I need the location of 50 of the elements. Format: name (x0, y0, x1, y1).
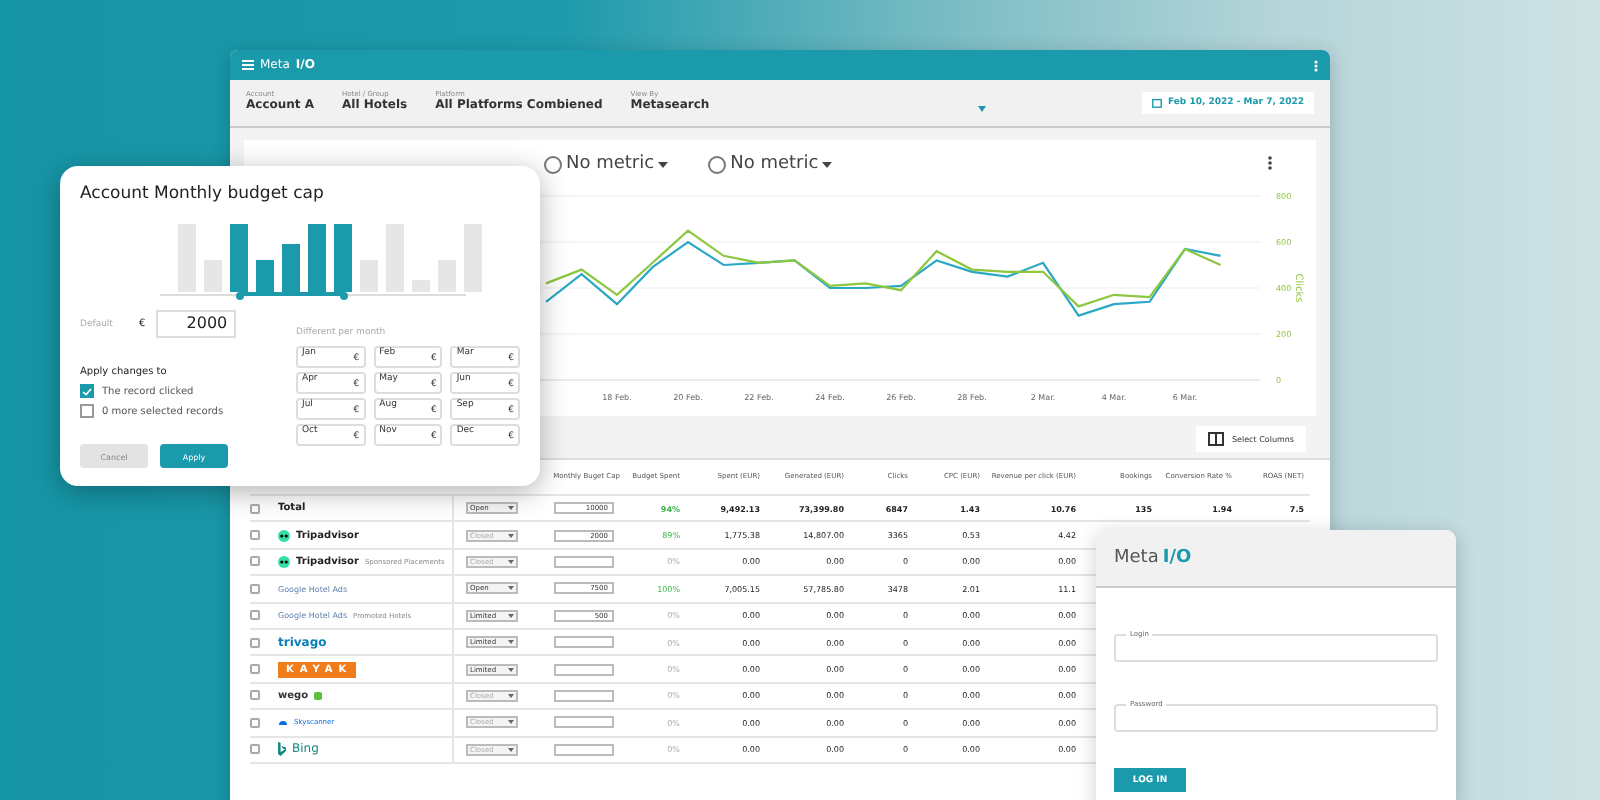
row-checkbox[interactable] (250, 637, 260, 648)
row-checkbox[interactable] (250, 664, 260, 675)
caret-icon (508, 667, 514, 672)
checkbox[interactable] (80, 404, 94, 418)
brand-name: Meta (1114, 548, 1159, 568)
caret-icon (508, 533, 514, 538)
caret-icon (508, 506, 514, 511)
row-checkbox[interactable] (250, 690, 260, 701)
owl-logo-icon (278, 555, 290, 568)
columns-icon (1207, 432, 1224, 446)
slider-handle[interactable] (339, 292, 347, 300)
row-checkbox[interactable] (250, 530, 260, 541)
caret-icon (508, 693, 514, 698)
caret-icon (508, 720, 514, 725)
calendar-icon (1151, 98, 1162, 108)
input-field[interactable] (554, 636, 614, 649)
row-checkbox[interactable] (250, 744, 260, 755)
radio-icon (708, 155, 727, 173)
input-field[interactable] (554, 716, 614, 729)
caret-icon (508, 559, 514, 564)
brand-name: I/O (1162, 548, 1192, 568)
slider-handle[interactable] (235, 292, 243, 300)
caret-icon (658, 161, 669, 167)
row-checkbox[interactable] (250, 503, 260, 514)
caret-icon (508, 586, 514, 591)
input-field[interactable] (554, 555, 614, 568)
metric-selector[interactable]: No metric (708, 154, 833, 174)
input-field[interactable] (554, 689, 614, 702)
input-field[interactable] (554, 743, 614, 756)
row-checkbox[interactable] (250, 556, 260, 567)
dialog-title: Account Monthly budget cap (80, 184, 326, 204)
caret-icon (508, 640, 514, 645)
square-logo-icon (314, 691, 323, 700)
radio-icon (544, 155, 562, 173)
caret-icon (508, 747, 514, 752)
menu-icon[interactable] (242, 60, 254, 70)
b-logo-icon (278, 742, 286, 757)
owl-logo-icon (278, 529, 290, 542)
caret-icon (508, 613, 514, 618)
row-checkbox[interactable] (250, 610, 260, 621)
input-field[interactable]: 2000 (155, 310, 236, 338)
metric-selector[interactable]: No metric (544, 154, 669, 174)
checkbox[interactable] (80, 384, 94, 398)
month-bar[interactable] (256, 259, 274, 292)
row-checkbox[interactable] (250, 717, 260, 728)
sun-logo-icon (278, 718, 288, 727)
caret-icon (822, 161, 833, 167)
caret-icon[interactable] (977, 106, 986, 112)
input-field[interactable] (554, 663, 614, 676)
row-checkbox[interactable] (250, 583, 260, 594)
